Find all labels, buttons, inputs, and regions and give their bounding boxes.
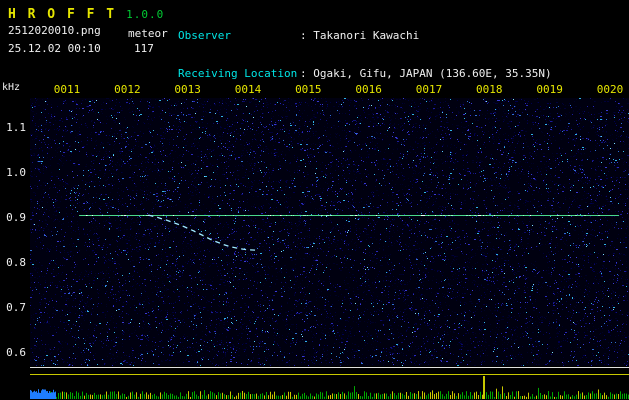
info-row: Observer: Takanori Kawachi — [178, 30, 552, 43]
time-tick-label: 0018 — [472, 83, 506, 96]
echo-count: 117 — [134, 42, 154, 55]
mode-label: meteor — [128, 27, 168, 40]
info-row: Receiving Location: Ogaki, Gifu, JAPAN (… — [178, 68, 552, 81]
freq-tick-label: 0.7 — [0, 301, 26, 314]
app-name: H R O F F T — [8, 7, 116, 22]
freq-tick-label: 0.8 — [0, 256, 26, 269]
freq-unit-label: kHz — [2, 82, 20, 93]
freq-tick-label: 1.1 — [0, 121, 26, 134]
info-value: : Takanori Kawachi — [300, 29, 419, 42]
freq-tick-label: 1.0 — [0, 166, 26, 179]
time-tick-label: 0020 — [593, 83, 627, 96]
info-label: Receiving Location — [178, 68, 300, 81]
freq-tick-label: 0.9 — [0, 211, 26, 224]
time-tick-label: 0019 — [533, 83, 567, 96]
info-value: : Ogaki, Gifu, JAPAN (136.60E, 35.35N) — [300, 67, 552, 80]
freq-tick-label: 0.6 — [0, 346, 26, 359]
app-version: 1.0.0 — [126, 8, 164, 21]
hrofft-output-window: H R O F F T 1.0.0 2512020010.png meteor 2… — [0, 0, 629, 400]
info-label: Observer — [178, 30, 300, 43]
app-title: H R O F F T 1.0.0 — [8, 3, 164, 22]
filename: 2512020010.png — [8, 24, 101, 37]
spectrogram-canvas — [30, 98, 629, 366]
time-tick-label: 0013 — [171, 83, 205, 96]
time-axis: 0011 0012 0013 0014 0015 0016 0017 0018 … — [50, 83, 627, 96]
time-tick-label: 0017 — [412, 83, 446, 96]
time-tick-label: 0014 — [231, 83, 265, 96]
time-tick-label: 0015 — [291, 83, 325, 96]
timestamp: 25.12.02 00:10 — [8, 42, 101, 55]
time-tick-label: 0011 — [50, 83, 84, 96]
level-meter-canvas — [30, 366, 629, 400]
time-tick-label: 0016 — [352, 83, 386, 96]
time-tick-label: 0012 — [110, 83, 144, 96]
